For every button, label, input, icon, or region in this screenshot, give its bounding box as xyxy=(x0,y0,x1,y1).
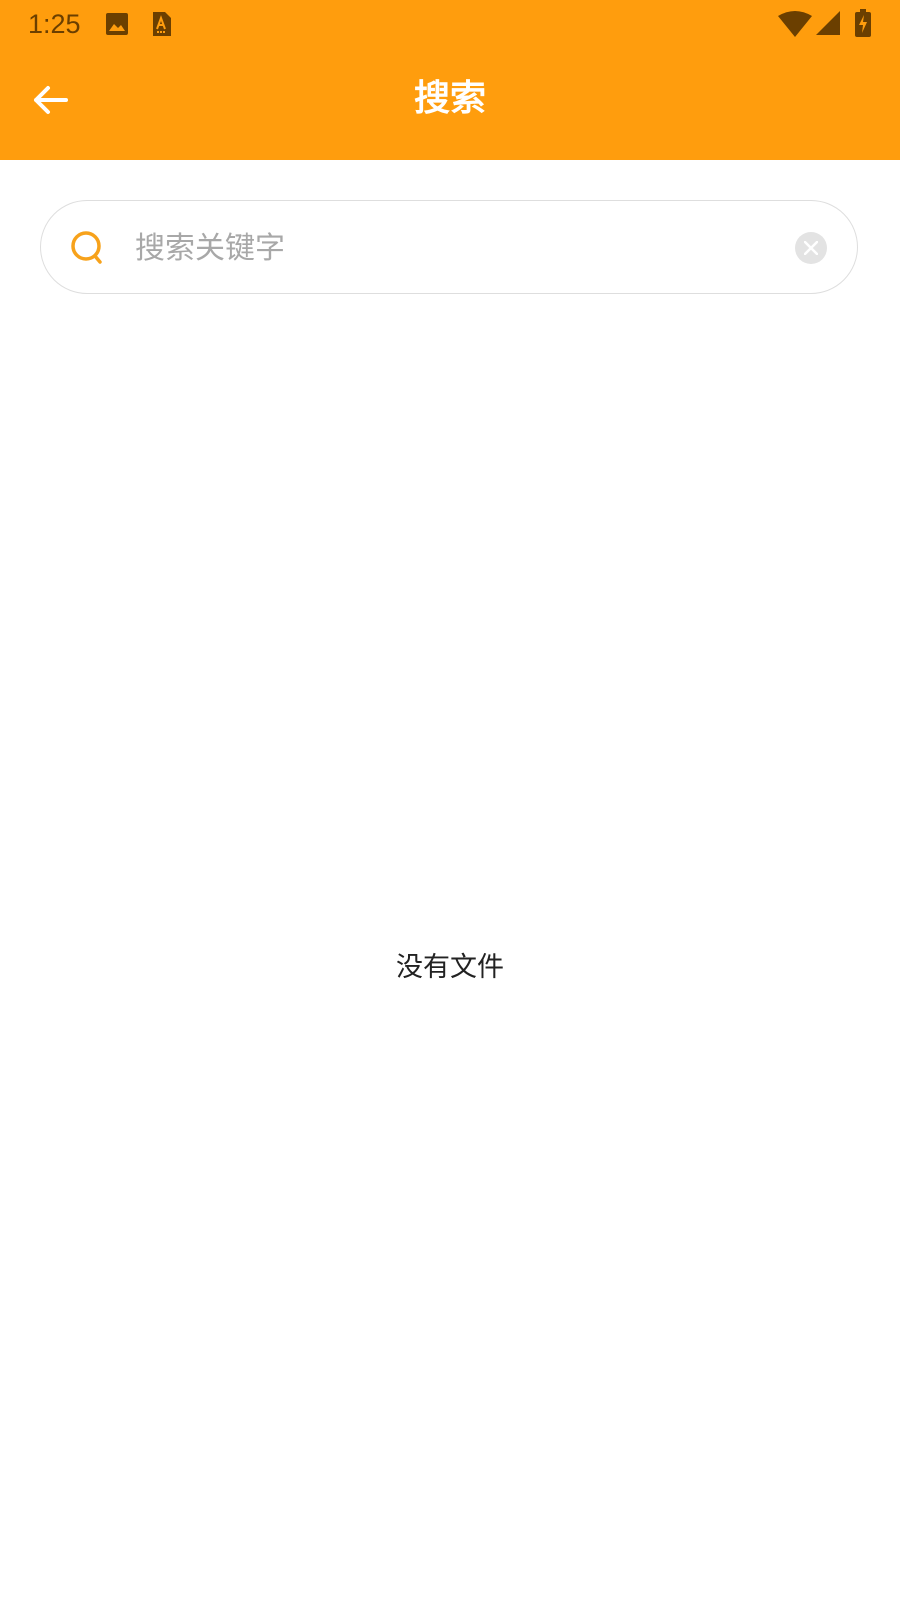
image-icon xyxy=(106,13,128,35)
status-bar: 1:25 xyxy=(0,0,900,48)
empty-state-message: 没有文件 xyxy=(396,952,504,983)
status-time: 1:25 xyxy=(28,9,81,39)
search-bar[interactable] xyxy=(40,200,858,294)
app-bar: 搜索 xyxy=(0,48,900,160)
clear-icon xyxy=(804,241,818,255)
wifi-icon xyxy=(778,11,812,37)
clear-button[interactable] xyxy=(795,232,827,264)
text-app-icon xyxy=(153,12,171,36)
search-icon xyxy=(71,231,102,264)
search-input[interactable] xyxy=(135,221,765,275)
cell-signal-icon xyxy=(816,11,840,35)
battery-charging-icon xyxy=(855,9,871,37)
page-title: 搜索 xyxy=(413,78,486,119)
